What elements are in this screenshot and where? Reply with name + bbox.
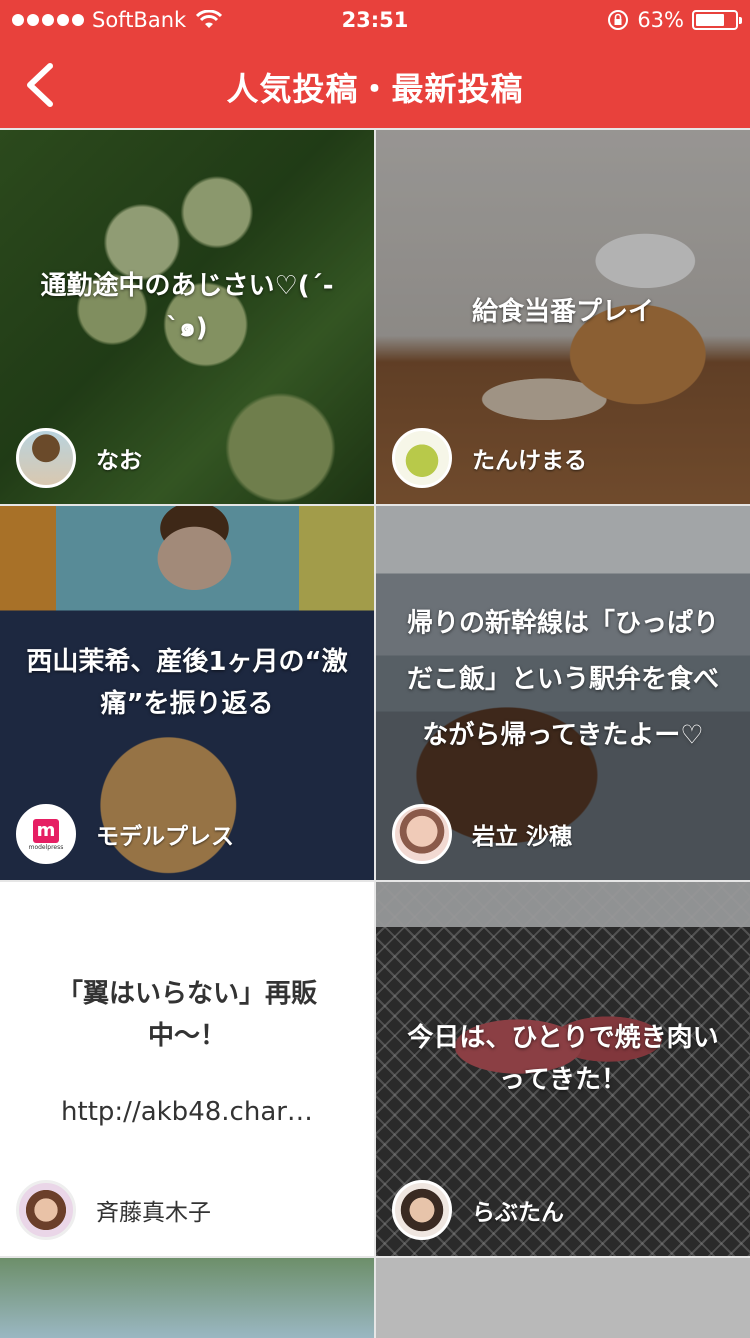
post-photo	[0, 1258, 374, 1338]
author-name: なお	[96, 448, 142, 474]
post-caption: 西山茉希、産後1ヶ月の“激痛”を振り返る	[26, 646, 348, 719]
author-name: 斉藤真木子	[96, 1200, 211, 1226]
page-title: 人気投稿・最新投稿	[226, 70, 524, 108]
modelpress-mark: m	[33, 818, 59, 843]
author-name: らぶたん	[472, 1200, 564, 1226]
post-author[interactable]: 斉藤真木子	[16, 1180, 211, 1240]
navigation-bar: 人気投稿・最新投稿	[0, 40, 750, 128]
avatar	[392, 804, 452, 864]
author-name: モデルプレス	[96, 824, 234, 850]
post-author[interactable]: たんけまる	[392, 428, 587, 488]
post-link[interactable]: http://akb48.char…	[20, 1091, 354, 1133]
post-card-partial[interactable]	[0, 1258, 374, 1338]
post-card[interactable]: 「翼はいらない」再販中〜！ http://akb48.char… 斉藤真木子	[0, 882, 374, 1256]
battery-percent: 63%	[637, 8, 684, 32]
post-author[interactable]: 岩立 沙穂	[392, 804, 572, 864]
avatar	[16, 428, 76, 488]
post-caption: 通勤途中のあじさい♡(´-`๑)	[40, 270, 334, 343]
post-card[interactable]: 今日は、ひとりで焼き肉いってきた！ らぶたん	[376, 882, 750, 1256]
post-author[interactable]: らぶたん	[392, 1180, 564, 1240]
post-card[interactable]: 通勤途中のあじさい♡(´-`๑) なお	[0, 130, 374, 504]
post-author[interactable]: m modelpress モデルプレス	[16, 804, 234, 864]
avatar	[392, 1180, 452, 1240]
modelpress-logo: m modelpress	[16, 804, 76, 864]
app-header: SoftBank 23:51 63% 人気投稿・最新投稿	[0, 0, 750, 128]
post-caption: 帰りの新幹線は「ひっぱりだこ飯」という駅弁を食べながら帰ってきたよー♡	[406, 608, 719, 751]
post-card[interactable]: 給食当番プレイ たんけまる	[376, 130, 750, 504]
post-photo	[376, 1258, 750, 1338]
rotation-lock-icon	[608, 10, 629, 30]
post-caption: 「翼はいらない」再販中〜！	[56, 979, 317, 1051]
battery-icon	[692, 10, 742, 30]
status-right: 63%	[607, 8, 742, 32]
post-caption: 給食当番プレイ	[471, 296, 654, 327]
post-text: 「翼はいらない」再販中〜！ http://akb48.char…	[20, 973, 354, 1133]
avatar	[392, 428, 452, 488]
status-bar: SoftBank 23:51 63%	[0, 0, 750, 40]
post-card-partial[interactable]	[376, 1258, 750, 1338]
post-card[interactable]: 西山茉希、産後1ヶ月の“激痛”を振り返る m modelpress モデルプレス	[0, 506, 374, 880]
avatar	[16, 1180, 76, 1240]
post-caption: 今日は、ひとりで焼き肉いってきた！	[407, 1022, 719, 1095]
author-name: たんけまる	[472, 448, 587, 474]
post-card[interactable]: 帰りの新幹線は「ひっぱりだこ飯」という駅弁を食べながら帰ってきたよー♡ 岩立 沙…	[376, 506, 750, 880]
author-name: 岩立 沙穂	[472, 824, 573, 850]
modelpress-wordmark: modelpress	[28, 844, 64, 851]
post-author[interactable]: なお	[16, 428, 142, 488]
